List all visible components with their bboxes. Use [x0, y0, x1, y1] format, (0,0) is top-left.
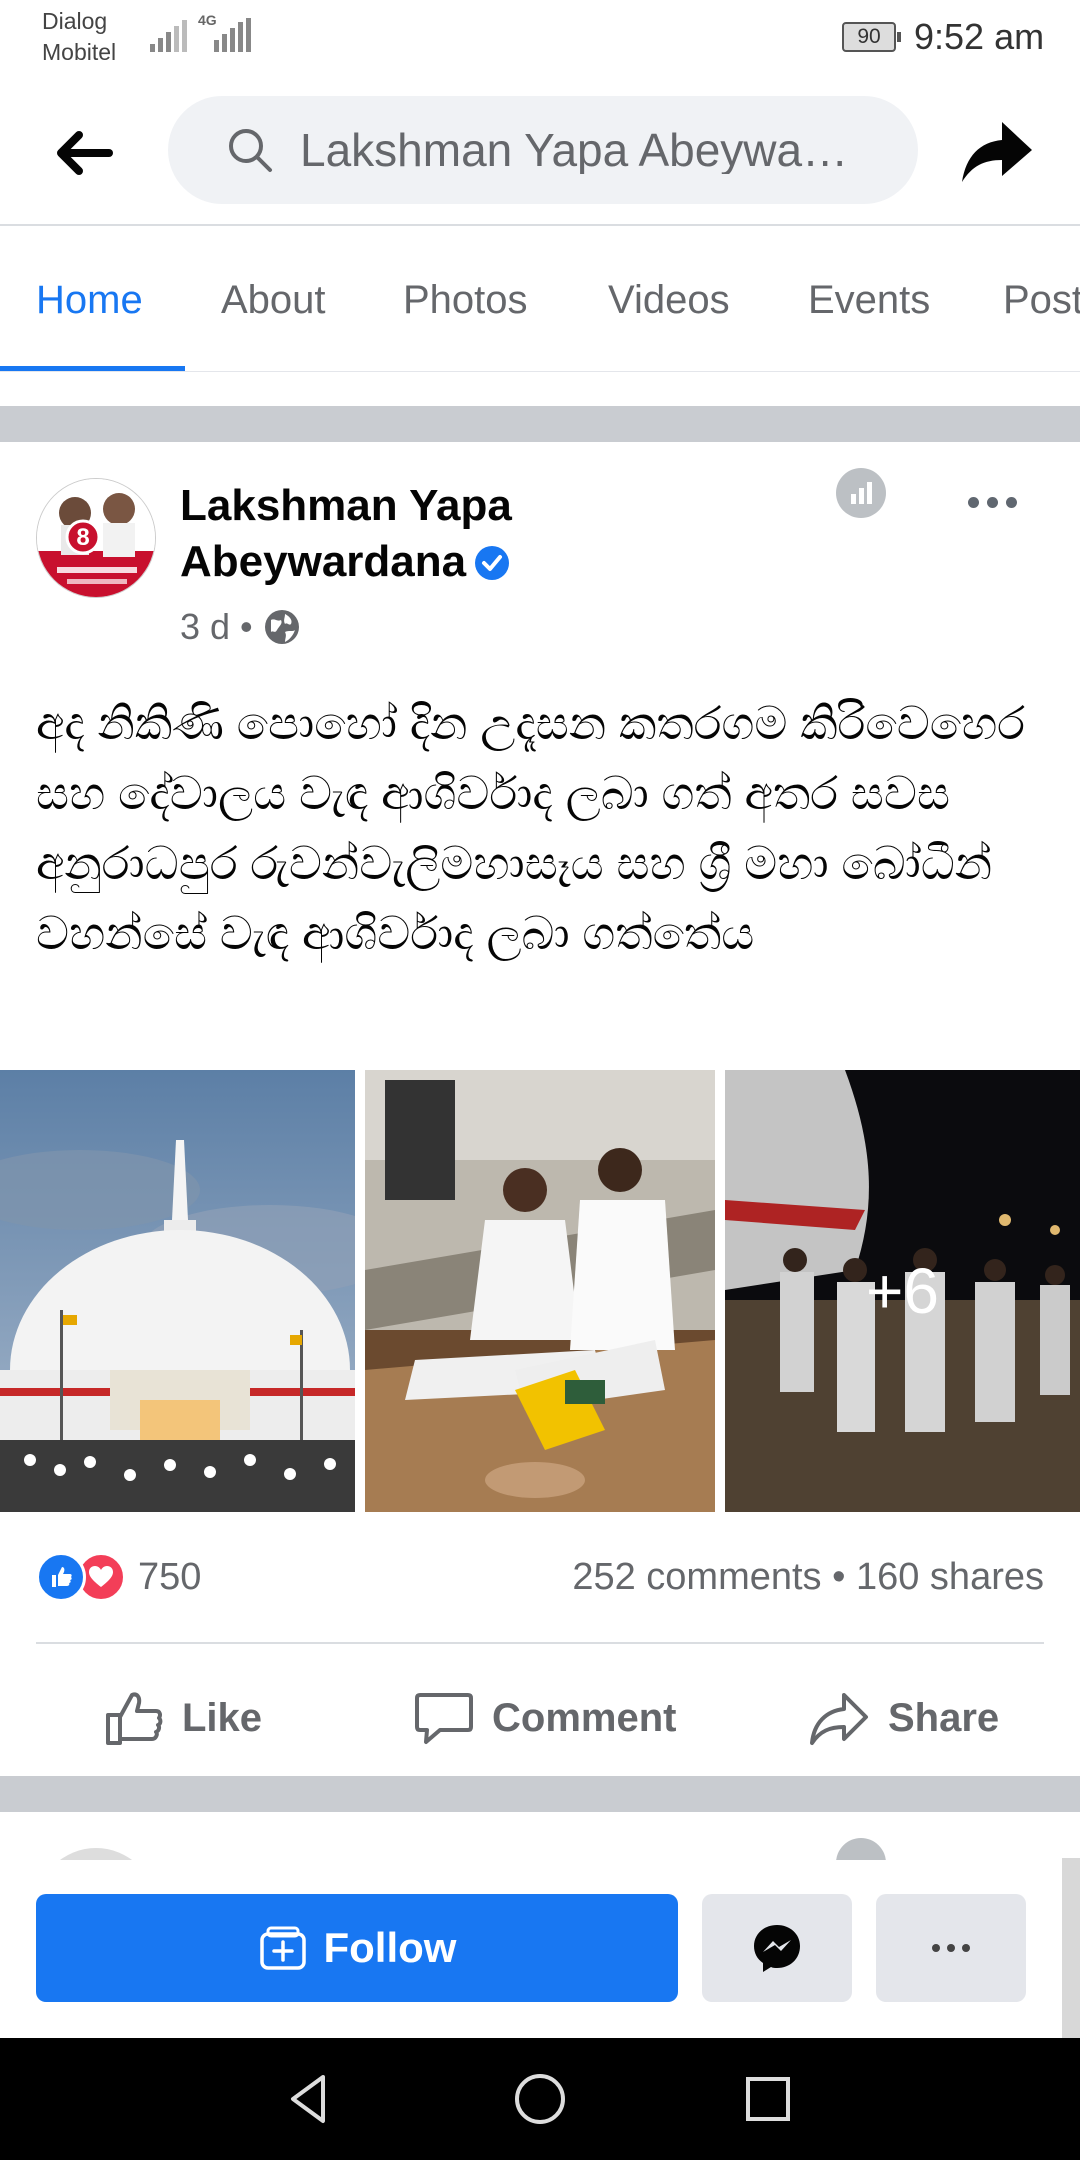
comment-icon: [415, 1693, 473, 1744]
nav-recents-icon: [746, 2077, 790, 2121]
nav-recents-button[interactable]: [731, 2062, 805, 2136]
page-tabs: Home About Photos Videos Events Posts: [0, 228, 1080, 372]
follow-icon: [259, 1926, 306, 1970]
back-arrow-icon: [57, 131, 113, 175]
thumbs-up-icon: [106, 1692, 163, 1745]
reaction-summary[interactable]: 750: [36, 1552, 201, 1602]
system-navigation-bar: [0, 2038, 1080, 2160]
engagement-summary[interactable]: 252 comments • 160 shares: [572, 1556, 1044, 1599]
follow-label: Follow: [323, 1924, 457, 1971]
tab-posts[interactable]: Posts: [1003, 278, 1080, 323]
post-time[interactable]: 3 d: [180, 606, 230, 648]
signal-icon: [150, 20, 187, 52]
signal-indicators: 4G: [148, 12, 252, 56]
avatar[interactable]: 8: [36, 478, 156, 598]
search-icon: [229, 129, 272, 172]
feed-separator-2: [0, 1776, 1080, 1812]
like-label: Like: [182, 1695, 263, 1740]
next-post-insights-icon: [836, 1838, 886, 1860]
messenger-icon: [754, 1925, 800, 1972]
carrier-label: Dialog Mobitel: [42, 6, 116, 68]
tab-events[interactable]: Events: [808, 278, 930, 323]
follow-button[interactable]: Follow: [36, 1894, 678, 2002]
photo-3[interactable]: +6: [725, 1070, 1080, 1512]
signal-4g-icon: 4G: [198, 12, 252, 56]
next-post-avatar: [36, 1848, 156, 1860]
more-dots-icon[interactable]: [968, 490, 1028, 514]
nav-home-button[interactable]: [503, 2062, 577, 2136]
action-divider: [36, 1642, 1044, 1644]
comment-label: Comment: [492, 1695, 677, 1740]
nav-home-icon: [515, 2074, 565, 2124]
scrollbar[interactable]: [1062, 1858, 1080, 2038]
avatar-image: 8: [37, 479, 155, 597]
nav-back-button[interactable]: [272, 2062, 346, 2136]
insights-icon[interactable]: [836, 468, 886, 518]
meta-separator: •: [240, 606, 253, 647]
status-bar: Dialog Mobitel 4G 90 9:52 am: [0, 0, 1080, 78]
tab-photos[interactable]: Photos: [403, 278, 528, 323]
like-button[interactable]: Like: [104, 1678, 262, 1758]
back-button[interactable]: [50, 118, 120, 188]
nav-back-icon: [291, 2075, 325, 2123]
tab-videos[interactable]: Videos: [608, 278, 730, 323]
author-name: Lakshman Yapa Abeywardana: [180, 481, 512, 586]
status-clock: 9:52 am: [914, 16, 1045, 57]
post-card: 8 Lakshman Yapa Abeywardana 3 d • අද නික…: [0, 442, 1080, 1776]
next-post-preview: [0, 1812, 1080, 1860]
globe-icon: [264, 610, 299, 644]
share-arrow-icon: [962, 122, 1032, 182]
photo-grid: +6: [0, 1070, 1080, 1512]
carrier-line-1: Dialog: [42, 8, 108, 34]
share-icon: [810, 1693, 868, 1745]
post-meta: 3 d •: [180, 606, 301, 648]
verified-icon: [475, 546, 510, 580]
carrier-line-2: Mobitel: [42, 39, 117, 65]
battery-indicator: 90: [842, 22, 901, 52]
active-tab-indicator: [0, 366, 185, 371]
post-text: අද නිකිණි පොහෝ දින උදෑසන කතරගම කිරිවෙහෙර…: [36, 697, 1026, 959]
feed-separator: [0, 406, 1080, 442]
share-button[interactable]: Share: [808, 1678, 999, 1758]
tab-about[interactable]: About: [221, 278, 326, 323]
more-options-button[interactable]: [876, 1894, 1026, 2002]
comment-button[interactable]: Comment: [414, 1678, 676, 1758]
reaction-count: 750: [138, 1555, 202, 1598]
page-action-bar: Follow: [0, 1860, 1080, 2038]
share-label: Share: [888, 1695, 1000, 1740]
like-icon: [36, 1552, 86, 1602]
search-query: Lakshman Yapa Abeywa…: [300, 126, 849, 174]
post-author[interactable]: Lakshman Yapa Abeywardana: [180, 478, 660, 590]
page-header: Lakshman Yapa Abeywa…: [0, 78, 1080, 226]
search-bar[interactable]: Lakshman Yapa Abeywa…: [168, 96, 918, 204]
message-button[interactable]: [702, 1894, 852, 2002]
share-page-button[interactable]: [958, 112, 1038, 192]
photo-1[interactable]: [0, 1070, 355, 1512]
svg-text:8: 8: [76, 524, 89, 551]
more-photos-count[interactable]: +6: [725, 1070, 1080, 1512]
photo-2[interactable]: [365, 1070, 715, 1512]
tab-home[interactable]: Home: [36, 278, 143, 323]
